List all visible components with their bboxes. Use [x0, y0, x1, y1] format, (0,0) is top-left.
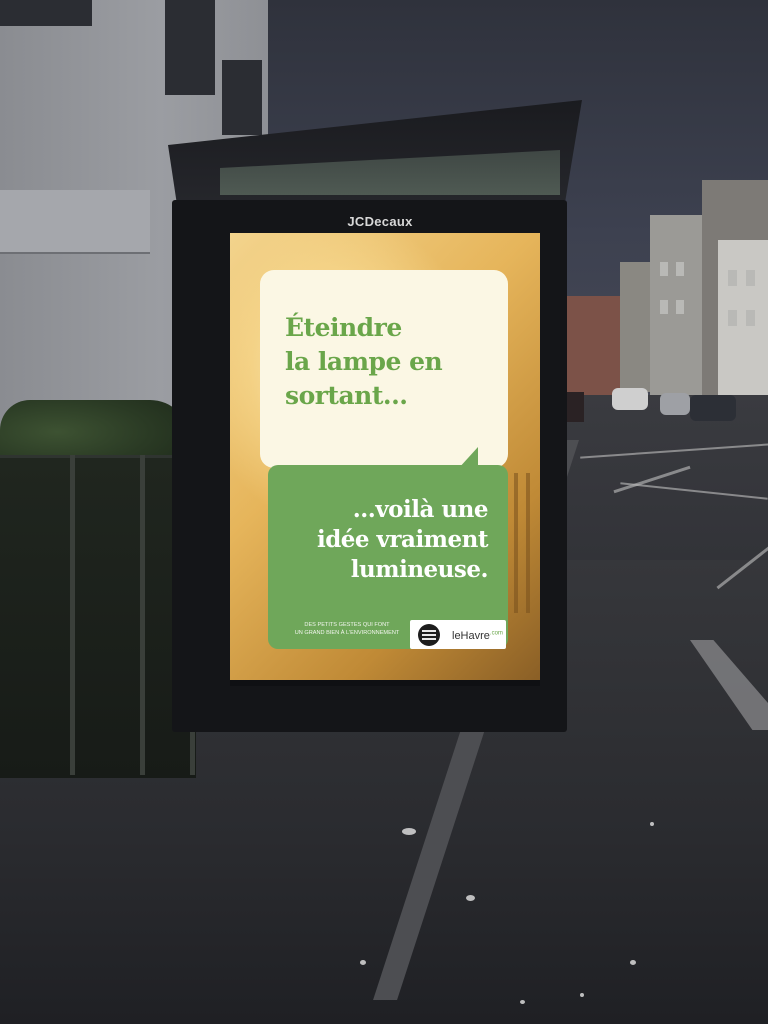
street-building: [718, 240, 768, 400]
chair-slat: [514, 473, 518, 613]
parked-car: [690, 395, 736, 421]
street-window: [746, 310, 755, 326]
pavement-spot: [360, 960, 366, 965]
street-window: [676, 262, 684, 276]
headline-line: la lampe en: [285, 347, 443, 376]
building-window: [0, 0, 92, 26]
pavement-spot: [650, 822, 654, 826]
headline-line: sortant...: [285, 381, 408, 410]
city-seal-icon: [418, 624, 440, 646]
street-window: [728, 270, 737, 286]
pavement-spot: [466, 895, 475, 901]
answer-line: lumineuse.: [350, 556, 489, 583]
parked-car: [566, 392, 584, 422]
poster-bottom-rail: [230, 680, 540, 686]
poster-headline: Éteindre la lampe en sortant...: [285, 311, 495, 413]
answer-line: idée vraiment: [316, 526, 489, 553]
pavement-spot: [520, 1000, 525, 1004]
poster-answer: ...voilà une idée vraiment lumineuse.: [278, 495, 489, 585]
building-window: [222, 60, 262, 135]
city-logo: leHavre.com: [410, 620, 506, 649]
street-scene: JCDecaux Éteindre la lampe en sortant...…: [0, 0, 768, 1024]
pavement-spot: [402, 828, 416, 835]
building-window: [165, 0, 215, 95]
poster-footer: DES PETITS GESTES QUI FONT UN GRAND BIEN…: [270, 620, 506, 650]
street-window: [746, 270, 755, 286]
city-logo-name: leHavre: [452, 630, 490, 642]
street-window: [660, 300, 668, 314]
pavement-spot: [630, 960, 636, 965]
advertising-poster: Éteindre la lampe en sortant... ...voilà…: [230, 233, 540, 680]
street-building: [620, 262, 654, 392]
tagline-line: UN GRAND BIEN À L'ENVIRONNEMENT: [294, 630, 400, 636]
street-building: [566, 296, 626, 396]
street-window: [728, 310, 737, 326]
fence: [0, 455, 196, 778]
parked-car: [660, 393, 690, 415]
speech-bubble-bottom-tail: [458, 447, 478, 469]
fence-post: [140, 455, 145, 775]
answer-line: ...voilà une: [352, 496, 489, 523]
tagline-line: DES PETITS GESTES QUI FONT: [304, 622, 390, 628]
building-ledge: [0, 190, 150, 254]
chair-slat: [526, 473, 530, 613]
fence-post: [70, 455, 75, 775]
headline-line: Éteindre: [285, 313, 402, 342]
poster-tagline: DES PETITS GESTES QUI FONT UN GRAND BIEN…: [282, 621, 412, 637]
street-window: [660, 262, 668, 276]
city-logo-text: leHavre.com: [452, 630, 503, 642]
shelter-brand-label: JCDecaux: [347, 214, 413, 229]
city-logo-suffix: .com: [489, 630, 503, 637]
pavement-spot: [580, 993, 584, 997]
parked-car: [612, 388, 648, 410]
street-window: [676, 300, 684, 314]
